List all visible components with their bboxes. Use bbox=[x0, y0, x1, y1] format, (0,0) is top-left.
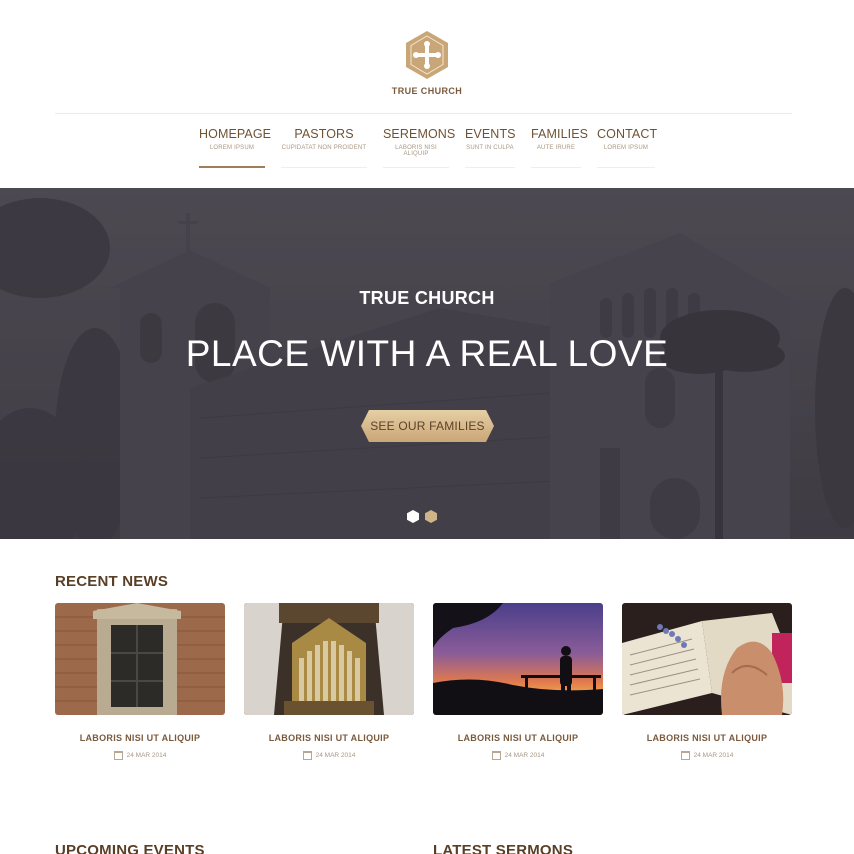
nav-item-label: HOMEPAGE bbox=[199, 127, 272, 141]
site-logo[interactable]: TRUE CHURCH bbox=[0, 30, 854, 96]
main-nav: HOMEPAGE LOREM IPSUM PASTORS CUPIDATAT N… bbox=[0, 127, 854, 168]
calendar-icon bbox=[491, 751, 501, 760]
news-date: 24 MAR 2014 bbox=[244, 751, 414, 760]
news-date: 24 MAR 2014 bbox=[622, 751, 792, 760]
nav-item-label: SEREMONS bbox=[383, 127, 456, 141]
cross-hexagon-icon bbox=[406, 31, 448, 79]
news-thumbnail-bible[interactable] bbox=[622, 603, 792, 715]
brand-name: TRUE CHURCH bbox=[391, 86, 463, 96]
slider-pagination bbox=[407, 510, 437, 523]
news-title[interactable]: LABORIS NISI UT ALIQUIP bbox=[622, 733, 792, 743]
news-date-text: 24 MAR 2014 bbox=[504, 752, 545, 759]
nav-item-sublabel: LOREM IPSUM bbox=[603, 145, 649, 151]
nav-item-sublabel: AUTE IRURE bbox=[536, 145, 576, 151]
nav-item-sublabel: LABORIS NISI ALIQUIP bbox=[395, 145, 437, 157]
nav-item-sublabel: LOREM IPSUM bbox=[209, 145, 255, 151]
news-card: LABORIS NISI UT ALIQUIP 24 MAR 2014 bbox=[433, 603, 603, 760]
news-grid: LABORIS NISI UT ALIQUIP 24 MAR 2014 LABO… bbox=[55, 603, 792, 760]
hero-slider: TRUE CHURCH PLACE WITH A REAL LOVE SEE O… bbox=[0, 188, 854, 539]
news-date-text: 24 MAR 2014 bbox=[126, 752, 167, 759]
nav-item-pastors[interactable]: PASTORS CUPIDATAT NON PROIDENT bbox=[281, 127, 367, 168]
calendar-icon bbox=[302, 751, 312, 760]
calendar-icon bbox=[113, 751, 123, 760]
nav-item-label: EVENTS bbox=[465, 127, 516, 141]
nav-item-events[interactable]: EVENTS SUNT IN CULPA bbox=[465, 127, 516, 168]
news-date: 24 MAR 2014 bbox=[55, 751, 225, 760]
section-title-upcoming-events: UPCOMING EVENTS bbox=[55, 842, 205, 854]
news-thumbnail-organ[interactable] bbox=[244, 603, 414, 715]
slider-dot[interactable] bbox=[425, 510, 437, 523]
hero-kicker: TRUE CHURCH bbox=[359, 288, 495, 308]
hero-title: PLACE WITH A REAL LOVE bbox=[185, 333, 669, 374]
news-card: LABORIS NISI UT ALIQUIP 24 MAR 2014 bbox=[55, 603, 225, 760]
news-thumbnail-doorway[interactable] bbox=[55, 603, 225, 715]
nav-item-contact[interactable]: CONTACT LOREM IPSUM bbox=[597, 127, 658, 168]
nav-item-seremons[interactable]: SEREMONS LABORIS NISI ALIQUIP bbox=[383, 127, 456, 168]
news-thumbnail-sunset[interactable] bbox=[433, 603, 603, 715]
news-card: LABORIS NISI UT ALIQUIP 24 MAR 2014 bbox=[244, 603, 414, 760]
news-title[interactable]: LABORIS NISI UT ALIQUIP bbox=[244, 733, 414, 743]
news-title[interactable]: LABORIS NISI UT ALIQUIP bbox=[55, 733, 225, 743]
see-our-families-button[interactable]: SEE OUR FAMILIES bbox=[361, 410, 494, 442]
section-title-recent-news: RECENT NEWS bbox=[55, 573, 169, 590]
nav-item-sublabel: SUNT IN CULPA bbox=[466, 145, 514, 151]
news-title[interactable]: LABORIS NISI UT ALIQUIP bbox=[433, 733, 603, 743]
calendar-icon bbox=[680, 751, 690, 760]
nav-item-label: CONTACT bbox=[597, 127, 658, 141]
section-title-latest-sermons: LATEST SERMONS bbox=[433, 842, 574, 854]
nav-item-sublabel: CUPIDATAT NON PROIDENT bbox=[281, 145, 367, 151]
header-divider bbox=[55, 113, 792, 114]
news-date: 24 MAR 2014 bbox=[433, 751, 603, 760]
nav-item-label: PASTORS bbox=[294, 127, 354, 141]
news-date-text: 24 MAR 2014 bbox=[693, 752, 734, 759]
slider-dot-active[interactable] bbox=[407, 510, 419, 523]
nav-item-families[interactable]: FAMILIES AUTE IRURE bbox=[531, 127, 589, 168]
news-card: LABORIS NISI UT ALIQUIP 24 MAR 2014 bbox=[622, 603, 792, 760]
news-date-text: 24 MAR 2014 bbox=[315, 752, 356, 759]
nav-item-homepage[interactable]: HOMEPAGE LOREM IPSUM bbox=[199, 127, 272, 168]
nav-item-label: FAMILIES bbox=[531, 127, 589, 141]
